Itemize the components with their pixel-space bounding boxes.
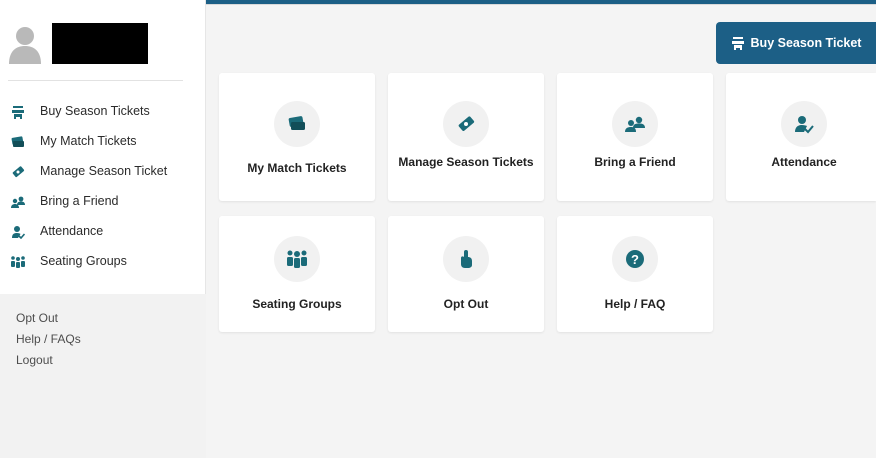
sidebar-nav: Buy Season Tickets My Match Tickets Mana… [0,97,206,277]
card-title: Opt Out [443,297,489,311]
card-attendance[interactable]: Attendance [726,73,876,201]
card-title: Manage Season Tickets [398,155,534,169]
sidebar-item-label: Buy Season Tickets [40,104,150,118]
redacted-username [52,23,148,64]
card-icon-circle [781,101,827,147]
user-check-icon [795,116,814,134]
card-icon-circle [443,236,489,282]
user-check-icon [9,224,27,240]
sidebar-item-label: Manage Season Ticket [40,164,168,178]
opt-out-link[interactable]: Opt Out [16,311,58,325]
card-icon-circle [274,236,320,282]
card-title: Attendance [771,155,837,169]
sidebar-item-label: My Match Tickets [40,134,137,148]
buy-season-ticket-label: Buy Season Ticket [750,36,862,50]
card-icon-circle [274,101,320,147]
buy-season-ticket-button[interactable]: Buy Season Ticket [716,22,876,64]
avatar [9,27,41,64]
sidebar-item-seating-groups[interactable]: Seating Groups [0,247,206,277]
hand-icon [461,250,472,268]
sidebar-item-attendance[interactable]: Attendance [0,217,206,247]
card-icon-circle [443,101,489,147]
question-icon: ? [626,250,644,268]
card-opt-out[interactable]: Opt Out [388,216,544,332]
user-profile [8,20,188,70]
card-icon-circle: ? [612,236,658,282]
card-title: Bring a Friend [594,155,676,169]
card-icon-circle [612,101,658,147]
card-manage-season-tickets[interactable]: Manage Season Tickets [388,73,544,201]
card-title: Help / FAQ [604,297,666,311]
logout-link[interactable]: Logout [16,353,53,367]
users-icon [625,116,645,132]
sidebar: Buy Season Tickets My Match Tickets Mana… [0,0,206,458]
sidebar-item-label: Bring a Friend [40,194,119,208]
ticket-star-icon [458,116,475,131]
tickets-stack-icon [9,134,27,150]
divider [8,80,183,81]
ticket-bell-icon [731,37,744,50]
top-accent-bar [206,0,876,5]
sidebar-item-label: Attendance [40,224,104,238]
card-help-faq[interactable]: ? Help / FAQ [557,216,713,332]
card-title: Seating Groups [252,297,342,311]
card-bring-a-friend[interactable]: Bring a Friend [557,73,713,201]
sidebar-item-my-match-tickets[interactable]: My Match Tickets [0,127,206,157]
ticket-star-icon [9,164,27,180]
group-icon [9,254,27,270]
card-seating-groups[interactable]: Seating Groups [219,216,375,332]
help-faqs-link[interactable]: Help / FAQs [16,332,81,346]
card-my-match-tickets[interactable]: My Match Tickets [219,73,375,201]
sidebar-item-manage-season-ticket[interactable]: Manage Season Ticket [0,157,206,187]
svg-text:?: ? [631,252,639,267]
users-icon [9,194,27,210]
sidebar-item-buy-season-tickets[interactable]: Buy Season Tickets [0,97,206,127]
sidebar-footer: Opt Out Help / FAQs Logout [0,294,206,458]
tickets-stack-icon [288,116,305,130]
ticket-bell-icon [9,104,27,120]
sidebar-item-bring-a-friend[interactable]: Bring a Friend [0,187,206,217]
group-icon [287,250,307,268]
sidebar-item-label: Seating Groups [40,254,127,268]
card-title: My Match Tickets [247,161,347,175]
